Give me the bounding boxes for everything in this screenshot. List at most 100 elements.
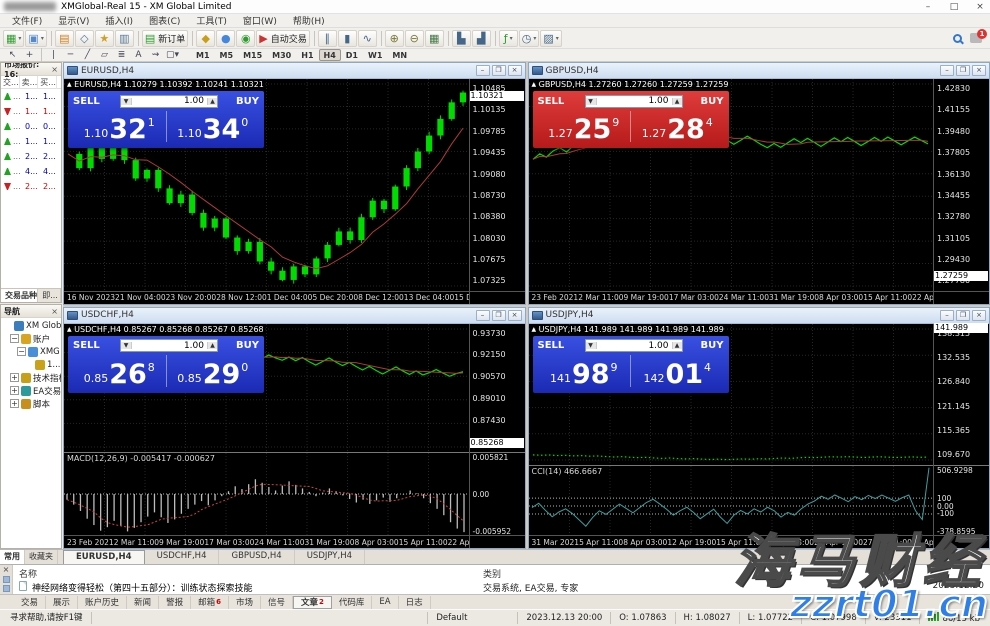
volume-field[interactable]: ▼ 1.00 ▲ [120, 95, 218, 108]
drawing-tool-button[interactable]: | [45, 49, 62, 61]
market-watch-column-header[interactable]: 买... [38, 76, 57, 89]
timeframe-button[interactable]: M30 [267, 49, 296, 61]
terminal-close-icon[interactable]: × [3, 566, 10, 574]
sell-button[interactable]: SELL [73, 96, 117, 107]
sell-price[interactable]: 141989 [538, 353, 631, 390]
time-axis[interactable]: 31 Mar 20215 Apr 11:008 Apr 03:0012 Apr … [529, 535, 934, 548]
volume-dropdown-icon[interactable]: ▼ [121, 98, 132, 105]
sell-price[interactable]: 0.85268 [73, 353, 166, 390]
volume-field[interactable]: ▼ 1.00 ▲ [120, 339, 218, 352]
volume-dropdown-icon[interactable]: ▼ [586, 342, 597, 349]
terminal-dock-icon[interactable] [3, 585, 10, 592]
drawing-tool-button[interactable]: ─ [62, 49, 79, 61]
toolbar-button[interactable]: ▣ ▾ [25, 30, 46, 47]
navigator-tree-item[interactable]: 1... [1, 358, 61, 371]
drawing-tool-button[interactable]: A [130, 49, 147, 61]
market-watch-column-header[interactable]: 卖... [20, 76, 39, 89]
menu-item[interactable]: 显示(V) [50, 14, 97, 27]
menu-item[interactable]: 工具(T) [188, 14, 235, 27]
close-icon[interactable]: × [51, 307, 58, 316]
sell-button[interactable]: SELL [538, 340, 582, 351]
chart-minimize-button[interactable]: – [476, 310, 490, 321]
drawing-tool-button[interactable]: ↖ [4, 49, 21, 61]
price-axis[interactable]: 138.315132.535126.840121.145115.365109.6… [933, 324, 989, 549]
toolbar-button[interactable]: ▤ [55, 30, 74, 47]
chart-close-button[interactable]: × [972, 65, 986, 76]
time-axis[interactable]: 23 Feb 20212 Mar 11:009 Mar 19:0017 Mar … [64, 535, 469, 548]
navigator-tree-item[interactable]: + EA交易 [1, 384, 61, 397]
terminal-tab[interactable]: 日志 [399, 596, 431, 609]
buy-price[interactable]: 0.85290 [167, 353, 260, 390]
timeframe-button[interactable]: MN [387, 49, 412, 61]
toolbar-button[interactable]: ⊖ [405, 30, 424, 47]
timeframe-button[interactable]: M5 [215, 49, 239, 61]
volume-up-icon[interactable]: ▲ [207, 98, 217, 105]
search-icon[interactable] [953, 34, 962, 43]
toolbar-button[interactable]: ◇ [75, 30, 94, 47]
timeframe-button[interactable]: M15 [238, 49, 267, 61]
price-axis[interactable]: 1.104851.101351.097851.094351.090801.087… [469, 79, 525, 304]
market-watch-tab[interactable]: 即... [38, 289, 61, 302]
tree-expand-icon[interactable]: − [17, 347, 26, 356]
toolbar-button[interactable]: ◆ [196, 30, 215, 47]
chart-tab[interactable]: GBPUSD,H4 [219, 550, 294, 564]
market-watch-row[interactable]: ... 1... 1... [1, 89, 61, 104]
chart-restore-button[interactable]: ❐ [492, 310, 506, 321]
window-minimize-button[interactable]: – [922, 2, 934, 12]
timeframe-button[interactable]: H1 [296, 49, 318, 61]
cci-subwindow[interactable]: CCI(14) 466.6667 [529, 465, 934, 536]
terminal-tab[interactable]: 新闻 [127, 596, 159, 609]
chart-close-button[interactable]: × [972, 310, 986, 321]
column-header-category[interactable]: 类别 [483, 567, 501, 580]
notifications-icon[interactable]: 1 [970, 33, 982, 43]
terminal-tab[interactable]: 交易 [14, 596, 46, 609]
navigator-tree-item[interactable]: + 技术指标 [1, 371, 61, 384]
price-axis[interactable]: 1.428301.411551.394801.378051.361301.344… [933, 79, 989, 304]
toolbar-button[interactable]: ◉ [236, 30, 255, 47]
chart-tab[interactable]: USDCHF,H4 [145, 550, 220, 564]
chart-minimize-button[interactable]: – [940, 310, 954, 321]
sell-price[interactable]: 1.27259 [538, 108, 631, 145]
toolbar-button[interactable]: ▶ 自动交易 [256, 30, 309, 47]
navigator-tree-item[interactable]: − XMG [1, 345, 61, 358]
terminal-tab[interactable]: 展示 [46, 596, 78, 609]
price-chart[interactable]: ▲ EURUSD,H4 1.10279 1.10392 1.10241 1.10… [64, 79, 469, 291]
price-chart[interactable]: ▲ USDCHF,H4 0.85267 0.85268 0.85267 0.85… [64, 324, 469, 452]
volume-up-icon[interactable]: ▲ [207, 342, 217, 349]
buy-button[interactable]: BUY [686, 340, 724, 351]
timeframe-button[interactable]: D1 [341, 49, 363, 61]
time-axis[interactable]: 16 Nov 202321 Nov 04:0023 Nov 20:0028 No… [64, 291, 469, 304]
navigator-tree-item[interactable]: XM Global [1, 319, 61, 332]
volume-field[interactable]: ▼ 1.00 ▲ [585, 95, 683, 108]
sell-button[interactable]: SELL [73, 340, 117, 351]
volume-field[interactable]: ▼ 1.00 ▲ [585, 339, 683, 352]
status-profile[interactable]: Default [428, 612, 518, 624]
terminal-tab[interactable]: 文章2 [293, 596, 332, 609]
drawing-tool-button[interactable]: ▱ [96, 49, 113, 61]
toolbar-button[interactable]: ▟ [472, 30, 491, 47]
tree-expand-icon[interactable]: + [10, 373, 19, 382]
menu-item[interactable]: 窗口(W) [235, 14, 285, 27]
menu-item[interactable]: 帮助(H) [285, 14, 333, 27]
chart-minimize-button[interactable]: – [476, 65, 490, 76]
toolbar-button[interactable]: ▥ [115, 30, 134, 47]
market-watch-column-header[interactable]: 交... [1, 76, 20, 89]
market-watch-row[interactable]: ... 4... 4... [1, 164, 61, 179]
toolbar-button[interactable]: ● [216, 30, 235, 47]
chart-restore-button[interactable]: ❐ [956, 310, 970, 321]
close-icon[interactable]: × [51, 65, 58, 74]
toolbar-button[interactable]: ∥ [318, 30, 337, 47]
sell-button[interactable]: SELL [538, 96, 582, 107]
buy-button[interactable]: BUY [221, 340, 259, 351]
toolbar-button[interactable]: ▮ [338, 30, 357, 47]
volume-up-icon[interactable]: ▲ [672, 342, 682, 349]
market-watch-row[interactable]: ... 2... 2... [1, 179, 61, 194]
time-axis[interactable]: 23 Feb 20212 Mar 11:009 Mar 19:0017 Mar … [529, 291, 934, 304]
sell-price[interactable]: 1.10321 [73, 108, 166, 145]
column-header-name[interactable]: 名称 [19, 567, 37, 580]
buy-price[interactable]: 1.27284 [631, 108, 724, 145]
drawing-tool-button[interactable]: + [21, 49, 38, 61]
market-watch-row[interactable]: ... 0... 0... [1, 119, 61, 134]
volume-up-icon[interactable]: ▲ [672, 98, 682, 105]
navigator-tree-item[interactable]: − 账户 [1, 332, 61, 345]
